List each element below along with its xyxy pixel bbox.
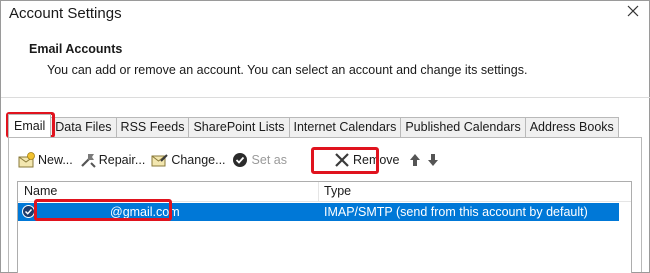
new-button[interactable]: New...	[18, 150, 73, 170]
accounts-table: Name Type @gmail.com IMAP/SMTP (send fro…	[17, 181, 632, 273]
change-button-label: Change...	[171, 153, 226, 167]
set-as-button-label: Set as	[251, 153, 287, 167]
column-divider[interactable]	[318, 182, 319, 201]
set-as-default-button[interactable]: Set as	[232, 150, 287, 170]
account-row-highlight	[34, 199, 172, 221]
check-circle-icon	[232, 151, 250, 169]
repair-button-label: Repair...	[98, 153, 146, 167]
section-title: Email Accounts	[29, 42, 123, 56]
column-header-name[interactable]: Name	[24, 184, 57, 198]
repair-icon	[79, 151, 97, 169]
tab-rss-feeds[interactable]: RSS Feeds	[115, 117, 190, 137]
divider	[1, 97, 650, 98]
tab-published-calendars[interactable]: Published Calendars	[400, 117, 526, 137]
account-type: IMAP/SMTP (send from this account by def…	[324, 205, 588, 219]
remove-button-highlight	[311, 147, 379, 174]
tab-sharepoint-lists[interactable]: SharePoint Lists	[188, 117, 290, 137]
window-title: Account Settings	[9, 5, 122, 22]
tab-strip: Email Data Files RSS Feeds SharePoint Li…	[8, 114, 619, 137]
tab-address-books[interactable]: Address Books	[524, 117, 619, 137]
move-up-icon[interactable]	[408, 152, 422, 168]
tab-data-files[interactable]: Data Files	[50, 117, 117, 137]
new-account-icon	[18, 151, 36, 169]
new-button-label: New...	[38, 153, 73, 167]
section-description: You can add or remove an account. You ca…	[47, 63, 528, 77]
column-header-type[interactable]: Type	[324, 184, 351, 198]
close-icon[interactable]	[625, 3, 641, 19]
tab-internet-calendars[interactable]: Internet Calendars	[288, 117, 402, 137]
change-icon	[151, 151, 169, 169]
move-down-icon[interactable]	[426, 152, 440, 168]
change-button[interactable]: Change...	[151, 150, 226, 170]
repair-button[interactable]: Repair...	[79, 150, 146, 170]
tab-email[interactable]: Email	[8, 114, 52, 137]
